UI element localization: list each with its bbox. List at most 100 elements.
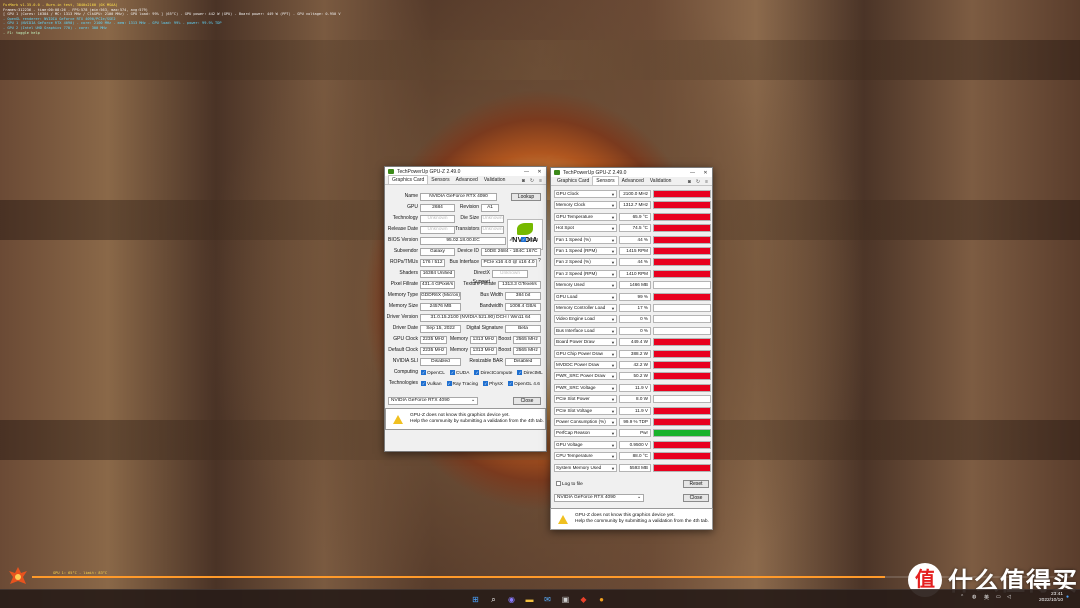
sensor-label[interactable]: Hot Spot: [554, 224, 617, 233]
sensor-label[interactable]: PCIe Slot Power: [554, 395, 617, 404]
sensor-label[interactable]: Memory Clock: [554, 201, 617, 210]
tab-sensors[interactable]: Sensors: [592, 176, 619, 185]
sensor-dropdown-icon[interactable]: ▼: [611, 317, 615, 322]
sensor-label[interactable]: GPU Load: [554, 292, 617, 301]
log-to-file-checkbox[interactable]: Log to file: [556, 481, 583, 487]
tab-sensors[interactable]: Sensors: [428, 176, 452, 184]
sensor-label[interactable]: CPU Temperature: [554, 452, 617, 461]
tab-advanced[interactable]: Advanced: [619, 177, 647, 185]
input-language[interactable]: 英: [984, 594, 989, 601]
sensor-dropdown-icon[interactable]: ▼: [611, 226, 615, 231]
mail-icon[interactable]: ✉: [542, 594, 553, 605]
sensor-label[interactable]: Video Engine Load: [554, 315, 617, 324]
sensor-dropdown-icon[interactable]: ▼: [611, 260, 615, 265]
sensor-label[interactable]: PWR_SRC Voltage: [554, 383, 617, 392]
sensor-label[interactable]: PerfCap Reason: [554, 429, 617, 438]
sensor-dropdown-icon[interactable]: ▼: [611, 306, 615, 311]
sensor-dropdown-icon[interactable]: ▼: [611, 420, 615, 425]
sensor-dropdown-icon[interactable]: ▼: [611, 397, 615, 402]
close-icon[interactable]: ✕: [533, 169, 546, 175]
window-title: TechPowerUp GPU-Z 2.49.0: [397, 168, 461, 175]
sensor-dropdown-icon[interactable]: ▼: [611, 329, 615, 334]
close-button[interactable]: Close: [683, 494, 709, 502]
sensor-dropdown-icon[interactable]: ▼: [611, 386, 615, 391]
sensor-dropdown-icon[interactable]: ▼: [611, 272, 615, 277]
sensor-dropdown-icon[interactable]: ▼: [611, 203, 615, 208]
sensor-dropdown-icon[interactable]: ▼: [611, 238, 615, 243]
refresh-icon[interactable]: ↻: [696, 179, 700, 185]
sensor-label[interactable]: Bus Interface Load: [554, 326, 617, 335]
sensor-label[interactable]: Memory Used: [554, 281, 617, 290]
field-label: Device ID: [457, 248, 479, 254]
sensor-dropdown-icon[interactable]: ▼: [611, 363, 615, 368]
search-icon[interactable]: ⌕: [488, 594, 499, 605]
network-icon[interactable]: ▭: [996, 594, 1001, 600]
sensor-value: 17 %: [619, 304, 651, 312]
title-bar[interactable]: TechPowerUp GPU-Z 2.49.0 — ✕: [551, 168, 712, 177]
sensor-label[interactable]: Power Consumption (%): [554, 418, 617, 426]
sensor-dropdown-icon[interactable]: ▼: [611, 340, 615, 345]
sensor-label[interactable]: Board Power Draw: [554, 338, 617, 347]
gpuz-icon[interactable]: ▣: [560, 594, 571, 605]
sensor-dropdown-icon[interactable]: ▼: [611, 192, 615, 197]
sensor-label[interactable]: GPU Chip Power Draw: [554, 349, 617, 358]
furmark-icon[interactable]: ◆: [578, 594, 589, 605]
sensor-label[interactable]: MVDDC Power Draw: [554, 361, 617, 369]
osd-line: - F1: toggle help: [3, 30, 40, 35]
field-label: Driver Date: [392, 325, 418, 331]
tab-advanced[interactable]: Advanced: [453, 176, 481, 184]
camera-icon[interactable]: ◙: [522, 178, 525, 184]
lookup-button[interactable]: Lookup: [511, 193, 541, 201]
file-explorer-icon[interactable]: ▬: [524, 594, 535, 605]
wechat-tray-icon[interactable]: ◍: [972, 594, 976, 600]
tab-graphics-card[interactable]: Graphics Card: [388, 175, 429, 184]
help-icon[interactable]: ?: [538, 258, 541, 264]
sensor-dropdown-icon[interactable]: ▼: [611, 409, 615, 414]
sensor-label[interactable]: GPU Voltage: [554, 440, 617, 449]
sensor-dropdown-icon[interactable]: ▼: [611, 352, 615, 357]
camera-icon[interactable]: ◙: [688, 179, 691, 185]
sensor-dropdown-icon[interactable]: ▼: [611, 249, 615, 254]
taskbar-clock[interactable]: 23:41 2022/10/10: [1039, 592, 1063, 604]
menu-icon[interactable]: ≡: [539, 178, 542, 184]
sensor-dropdown-icon[interactable]: ▼: [611, 466, 615, 471]
sensor-dropdown-icon[interactable]: ▼: [611, 295, 615, 300]
tab-validation[interactable]: Validation: [481, 176, 509, 184]
sensor-label[interactable]: PWR_SRC Power Draw: [554, 372, 617, 381]
sensor-dropdown-icon[interactable]: ▼: [611, 283, 615, 288]
sensor-label[interactable]: System Memory Used: [554, 463, 617, 472]
close-button[interactable]: Close: [513, 397, 541, 405]
chat-icon[interactable]: ◉: [506, 594, 517, 605]
sensor-label[interactable]: GPU Clock: [554, 190, 617, 198]
volume-icon[interactable]: ◁: [1007, 594, 1011, 600]
sensor-dropdown-icon[interactable]: ▼: [611, 454, 615, 459]
sensor-value: 449.4 W: [619, 338, 651, 347]
sensor-dropdown-icon[interactable]: ▼: [611, 431, 615, 436]
sensor-label[interactable]: GPU Temperature: [554, 212, 617, 221]
sensor-dropdown-icon[interactable]: ▼: [611, 215, 615, 220]
sensor-label[interactable]: PCIe Slot Voltage: [554, 406, 617, 415]
tab-graphics-card[interactable]: Graphics Card: [554, 177, 592, 185]
sensor-label[interactable]: Fan 1 Speed (RPM): [554, 247, 617, 255]
sensor-value: 0.9500 V: [619, 440, 651, 449]
tab-validation[interactable]: Validation: [647, 177, 675, 185]
sensor-label[interactable]: Memory Controller Load: [554, 304, 617, 312]
start-icon[interactable]: ⊞: [470, 594, 481, 605]
sensor-label[interactable]: Fan 2 Speed (RPM): [554, 269, 617, 278]
minimize-icon[interactable]: —: [686, 170, 699, 176]
app-icon[interactable]: ●: [596, 594, 607, 605]
minimize-icon[interactable]: —: [520, 169, 533, 175]
reset-button[interactable]: Reset: [683, 480, 709, 488]
notification-icon[interactable]: ●: [1066, 594, 1069, 600]
close-icon[interactable]: ✕: [699, 170, 712, 176]
sensor-dropdown-icon[interactable]: ▼: [611, 443, 615, 448]
tray-chevron-icon[interactable]: ⌃: [960, 594, 964, 600]
menu-icon[interactable]: ≡: [705, 179, 708, 185]
refresh-icon[interactable]: ↻: [530, 178, 534, 184]
sensor-dropdown-icon[interactable]: ▼: [611, 374, 615, 379]
device-select[interactable]: NVIDIA GeForce RTX 4090 ⌄: [388, 397, 478, 405]
sensor-label[interactable]: Fan 2 Speed (%): [554, 258, 617, 267]
device-select[interactable]: NVIDIA GeForce RTX 4090 ⌄: [554, 494, 644, 502]
share-icon[interactable]: ⇗: [509, 236, 514, 243]
sensor-label[interactable]: Fan 1 Speed (%): [554, 235, 617, 244]
